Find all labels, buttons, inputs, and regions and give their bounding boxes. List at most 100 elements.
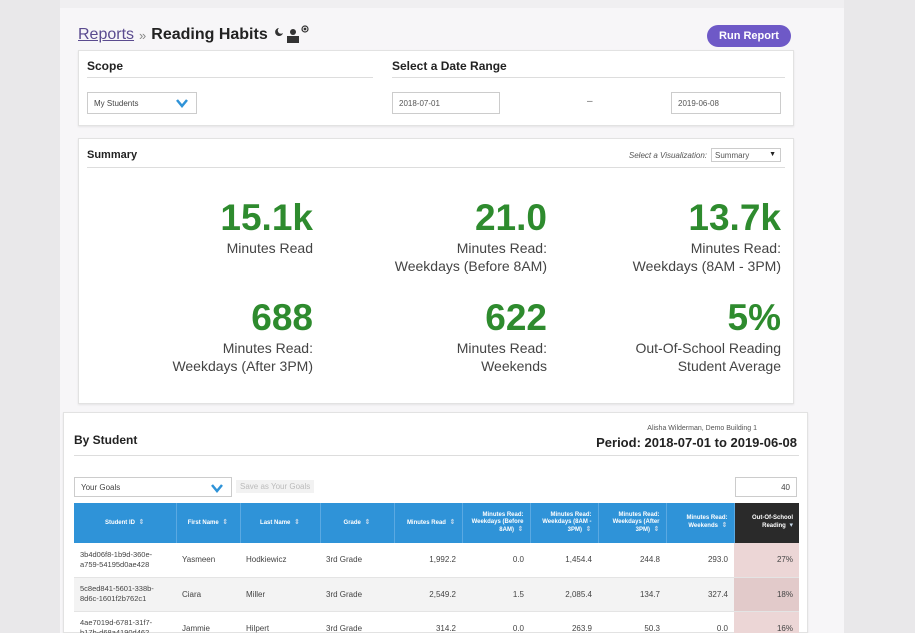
cell-before-8am: 1.5 [462,577,530,612]
cell-first-name: Ciara [176,577,240,612]
end-date-input[interactable]: 2019-06-08 [671,92,781,114]
page-title: Reading Habits [151,26,268,43]
goal-count-input[interactable]: 40 [735,477,797,497]
by-student-panel: By Student Alisha Wilderman, Demo Buildi… [63,412,808,633]
scope-select[interactable]: My Students [87,92,197,114]
cell-weekends: 327.4 [666,577,734,612]
dropdown-arrow-icon: ▼ [769,151,776,158]
metric-value: 21.0 [474,197,547,238]
cell-after-3pm: 134.7 [598,577,666,612]
table-row[interactable]: 5c8ed841-5601-338b- 8d6c-1601f2b762c1 Cia… [74,577,799,612]
cell-before-8am: 0.0 [462,543,530,578]
metric-label: Out-Of-School Reading [635,340,781,356]
sort-icon: ⇕ [138,518,145,526]
metric-label: Minutes Read [226,240,313,256]
cell-out-of-school: 27% [734,543,799,578]
teacher-info: Alisha Wilderman, Demo Building 1 [647,425,757,432]
cell-out-of-school: 16% [734,611,799,633]
metric-out-of-school: 5% Out-Of-School Reading Student Average [635,299,781,375]
cell-minutes-read: 314.2 [394,611,462,633]
cell-before-8am: 0.0 [462,611,530,633]
metric-value: 5% [727,297,781,338]
save-goals-button[interactable]: Save as Your Goals [236,480,315,493]
metric-label: Minutes Read: [456,340,547,356]
metric-sublabel: Weekdays (8AM - 3PM) [632,257,781,274]
by-student-label: By Student [74,433,138,447]
cell-first-name: Yasmeen [176,543,240,578]
summary-panel: Summary Select a Visualization: Summary … [78,138,794,404]
sort-icon: ⇕ [222,518,229,526]
metric-value: 622 [485,297,547,338]
table-row[interactable]: 4ae7019d-6781-31f7- b17b-d68a4190d462 Jam… [74,611,799,633]
column-header-weekends[interactable]: Minutes Read: Weekends ⇕ [666,503,735,543]
start-date-input[interactable]: 2018-07-01 [392,92,500,114]
column-header-before-8am[interactable]: Minutes Read: Weekdays (Before 8AM) ⇕ [462,503,531,543]
metric-sublabel: Weekends [481,357,547,374]
visualization-selected-value: Summary [715,150,750,160]
cell-first-name: Jammie [176,611,240,633]
column-header-first-name[interactable]: First Name ⇕ [176,503,241,543]
goals-select[interactable]: Your Goals [74,477,232,497]
sort-icon: ⇕ [517,525,524,533]
sort-icon: ⇕ [449,518,456,526]
scope-divider [87,77,373,78]
student-table: Student ID ⇕ First Name ⇕ Last Name ⇕ Gr… [74,503,799,633]
background-left [0,0,60,633]
sort-icon: ⇕ [653,525,660,533]
goals-selected-value: Your Goals [81,482,121,492]
sort-icon: ⇕ [364,518,371,526]
visualization-label: Select a Visualization: [628,151,707,160]
breadcrumb-reports-link[interactable]: Reports [78,26,134,44]
scope-label: Scope [87,59,124,73]
cell-last-name: Hilpert [240,611,320,633]
column-header-grade[interactable]: Grade ⇕ [320,503,395,543]
column-header-student-id[interactable]: Student ID ⇕ [74,503,177,543]
metric-weekends: 622 Minutes Read: Weekends [457,299,547,375]
metric-value: 688 [251,297,313,338]
cell-weekends: 0.0 [666,611,734,633]
metric-label: Minutes Read: [690,240,781,256]
metric-weekdays-after-3pm: 688 Minutes Read: Weekdays (After 3PM) [172,299,313,375]
metric-label: Minutes Read: [456,240,547,256]
metric-sublabel: Student Average [677,357,781,374]
date-range-label: Select a Date Range [392,59,507,73]
column-header-8am-3pm[interactable]: Minutes Read: Weekdays (8AM - 3PM) ⇕ [530,503,599,543]
cell-weekends: 293.0 [666,543,734,578]
cell-out-of-school: 18% [734,577,799,612]
cell-last-name: Miller [240,577,320,612]
breadcrumb: Reports » Reading Habits [78,24,311,46]
date-range-divider [392,77,785,78]
column-header-out-of-school[interactable]: Out-Of-School Reading ▾ [734,503,799,543]
cell-student-id: 5c8ed841-5601-338b- 8d6c-1601f2b762c1 [74,577,176,612]
reading-logo-icon [274,25,309,43]
cell-grade: 3rd Grade [320,577,394,612]
metric-value: 13.7k [688,197,781,238]
scope-panel: Scope My Students Select a Date Range 20… [78,50,794,126]
breadcrumb-separator: » [139,27,147,43]
metric-sublabel: Weekdays (After 3PM) [172,357,313,374]
column-header-last-name[interactable]: Last Name ⇕ [240,503,321,543]
metric-minutes-read: 15.1k Minutes Read [220,199,313,258]
table-row[interactable]: 3b4d06f8-1b9d-360e-a759-54195d0ae428 Yas… [74,543,799,578]
chevron-down-icon [211,484,223,493]
metric-sublabel: Weekdays (Before 8AM) [394,257,547,274]
cell-grade: 3rd Grade [320,611,394,633]
metric-weekdays-8am-3pm: 13.7k Minutes Read: Weekdays (8AM - 3PM) [633,199,781,275]
metric-weekdays-before-8am: 21.0 Minutes Read: Weekdays (Before 8AM) [395,199,547,275]
scope-selected-value: My Students [94,98,139,108]
cell-after-3pm: 50.3 [598,611,666,633]
visualization-select[interactable]: Summary ▼ [711,148,781,162]
cell-minutes-read: 2,549.2 [394,577,462,612]
run-report-button[interactable]: Run Report [707,25,791,47]
cell-student-id: 4ae7019d-6781-31f7- b17b-d68a4190d462 [74,611,176,633]
cell-8am-3pm: 263.9 [530,611,598,633]
metric-value: 15.1k [220,197,313,238]
cell-grade: 3rd Grade [320,543,394,578]
column-header-minutes-read[interactable]: Minutes Read ⇕ [394,503,463,543]
sort-icon: ⇕ [721,522,728,530]
sort-icon: ▾ [789,522,793,530]
summary-label: Summary [87,149,138,161]
cell-after-3pm: 244.8 [598,543,666,578]
column-header-after-3pm[interactable]: Minutes Read: Weekdays (After 3PM) ⇕ [598,503,667,543]
cell-student-id: 3b4d06f8-1b9d-360e-a759-54195d0ae428 [74,543,176,578]
